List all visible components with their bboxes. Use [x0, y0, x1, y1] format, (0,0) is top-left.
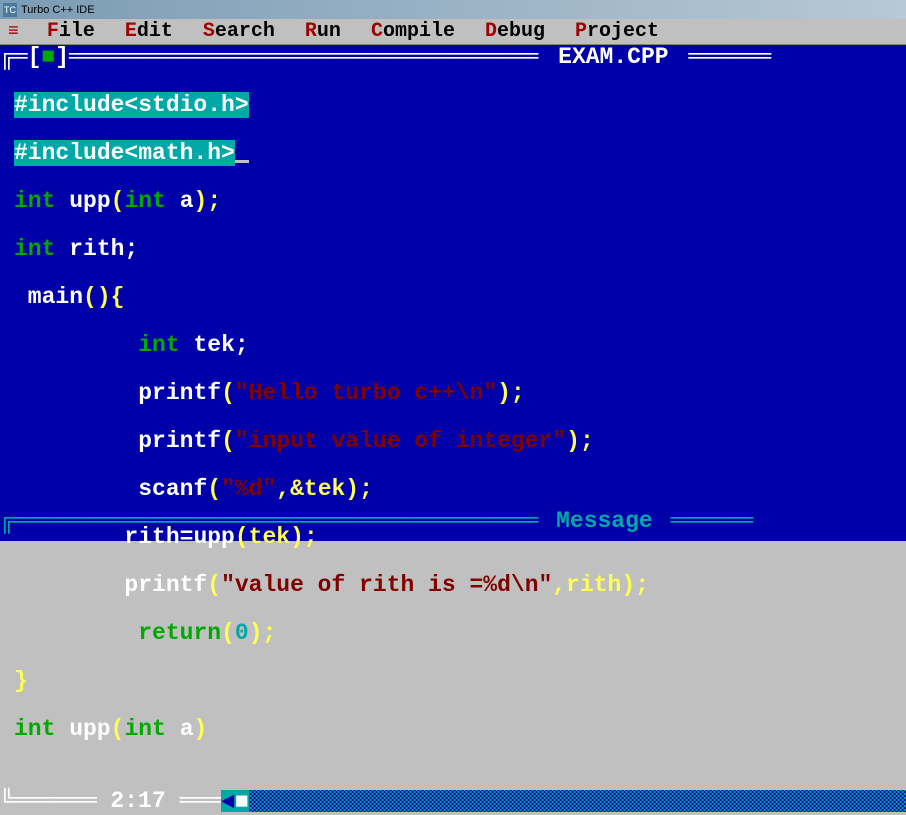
menu-compile[interactable]: Compile	[371, 20, 455, 43]
app-icon: TC	[3, 3, 17, 17]
menu-run[interactable]: Run	[305, 20, 341, 43]
menu-project[interactable]: Project	[575, 20, 659, 43]
scrollbar-horizontal[interactable]	[249, 790, 906, 812]
code-editor[interactable]: #include<stdio.h> #include<math.h> int u…	[0, 69, 906, 789]
modified-indicator-icon: ■	[41, 45, 55, 69]
menu-edit[interactable]: Edit	[125, 20, 173, 43]
scrollbar-thumb[interactable]: ■	[235, 790, 249, 812]
editor-frame-top: ╔═[■]══════════════════════════════════ …	[0, 45, 906, 69]
code-include-2: #include<math.h>	[14, 140, 235, 166]
menu-file[interactable]: File	[47, 20, 95, 43]
editor-window[interactable]: ╔═[■]══════════════════════════════════ …	[0, 45, 906, 507]
code-include-1: #include<stdio.h>	[14, 92, 249, 118]
menu-bar: ≡ File Edit Search Run Compile Debug Pro…	[0, 19, 906, 45]
scroll-left-icon[interactable]: ◄	[221, 790, 235, 812]
window-title: Turbo C++ IDE	[21, 4, 95, 16]
menu-search[interactable]: Search	[203, 20, 275, 43]
window-titlebar[interactable]: TC Turbo C++ IDE	[0, 0, 906, 19]
text-cursor	[235, 160, 249, 163]
menu-debug[interactable]: Debug	[485, 20, 545, 43]
cursor-position: 2:17	[110, 789, 165, 813]
close-box-icon[interactable]: [	[28, 45, 42, 69]
editor-frame-bottom: ╚══════ 2:17 ═══◄■	[0, 789, 906, 813]
system-menu-icon[interactable]: ≡	[8, 22, 17, 42]
editor-filename: EXAM.CPP	[552, 45, 674, 69]
